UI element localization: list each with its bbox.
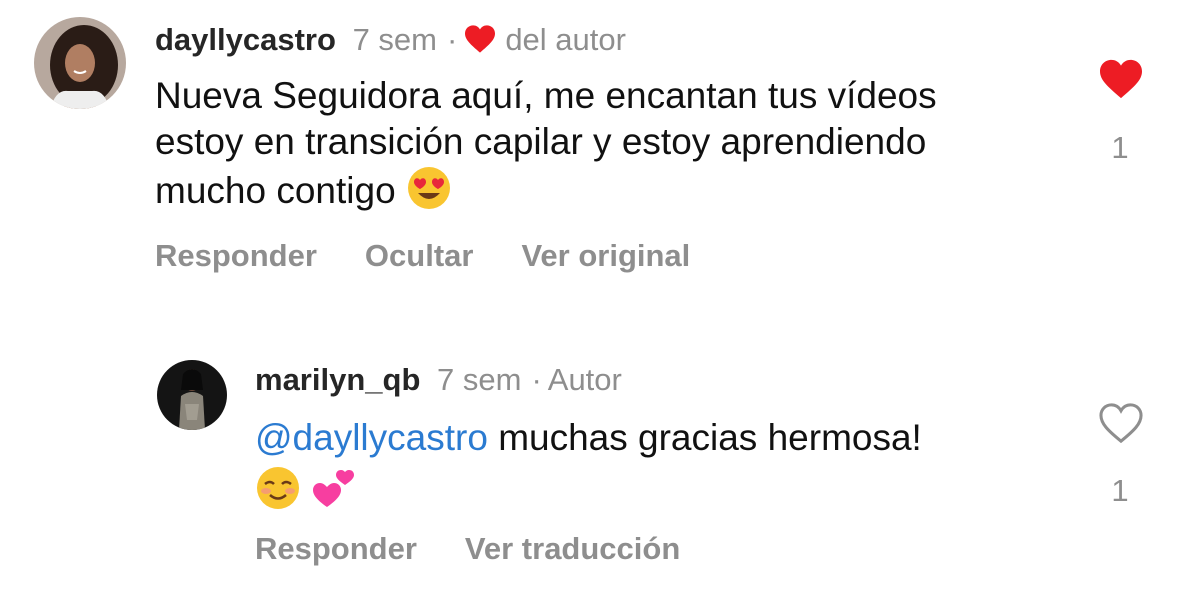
comment-line: Nueva Seguidora aquí, me encantan tus ví… <box>155 75 937 116</box>
mention-link[interactable]: @dayllycastro <box>255 417 488 458</box>
comment-text: Nueva Seguidora aquí, me encantan tus ví… <box>155 73 937 222</box>
comment-actions: Responder Ver traducción <box>255 531 728 567</box>
comment-line: @dayllycastro muchas gracias hermosa! <box>255 415 922 461</box>
see-translation-button[interactable]: Ver traducción <box>465 531 680 566</box>
like-count: 1 <box>1111 473 1129 508</box>
comment-header: dayllycastro 7 sem · del autor <box>155 20 626 64</box>
author-liked-badge: del autor <box>505 22 626 57</box>
heart-eyes-emoji <box>406 165 452 222</box>
comment-line: estoy en transición capilar y estoy apre… <box>155 121 927 162</box>
two-hearts-emoji <box>311 465 357 522</box>
smiling-emoji <box>255 465 301 522</box>
timestamp: 7 sem <box>437 362 522 397</box>
comment-header: marilyn_qb 7 sem · Autor <box>255 360 622 400</box>
like-button-filled[interactable] <box>1098 58 1144 105</box>
comment-line: muchas gracias hermosa! <box>487 417 922 458</box>
comment-text: @dayllycastro muchas gracias hermosa! <box>255 415 922 522</box>
emoji-line <box>255 465 922 522</box>
hide-button[interactable]: Ocultar <box>365 238 474 273</box>
separator: · <box>446 22 458 57</box>
avatar[interactable] <box>34 17 126 109</box>
reply-button[interactable]: Responder <box>255 531 417 566</box>
separator: · <box>531 362 542 397</box>
username[interactable]: marilyn_qb <box>255 362 420 397</box>
timestamp: 7 sem <box>352 22 437 57</box>
avatar[interactable] <box>157 360 227 430</box>
see-original-button[interactable]: Ver original <box>521 238 690 273</box>
comment-reply-marilyn_qb: marilyn_qb 7 sem · Autor @dayllycastro muc… <box>0 330 1200 591</box>
comment-line: mucho contigo <box>155 170 396 211</box>
like-button-outline[interactable] <box>1098 402 1144 449</box>
heart-icon <box>463 24 497 64</box>
comment-line-last: mucho contigo <box>155 165 937 222</box>
reply-button[interactable]: Responder <box>155 238 317 273</box>
like-count: 1 <box>1111 130 1129 165</box>
username[interactable]: dayllycastro <box>155 22 336 57</box>
comment-actions: Responder Ocultar Ver original <box>155 238 738 274</box>
comment-dayllycastro: dayllycastro 7 sem · del autor Nueva Segui… <box>0 0 1200 300</box>
author-badge: Autor <box>547 362 622 397</box>
